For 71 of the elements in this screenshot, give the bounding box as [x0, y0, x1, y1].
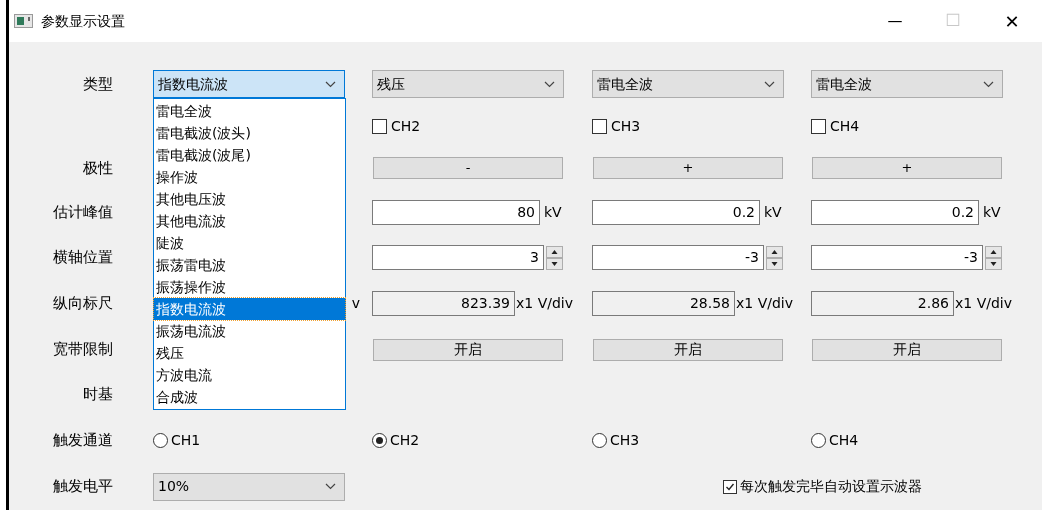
field-label: 横轴位置 — [53, 247, 113, 269]
checkbox[interactable]: CH3 — [592, 116, 641, 137]
chevron-down-icon — [983, 80, 994, 88]
chevron-down-icon — [544, 80, 555, 88]
field-label: 触发电平 — [53, 476, 113, 498]
dropdown[interactable]: 10% — [153, 472, 345, 501]
dropdown[interactable]: 残压 — [372, 70, 564, 98]
chevron-down-icon — [325, 483, 336, 490]
checkbox[interactable]: CH4 — [811, 116, 860, 137]
field-label: 宽带限制 — [53, 339, 113, 361]
unit-label: x1 V/div — [955, 294, 1012, 313]
polarity-button[interactable]: + — [593, 157, 783, 179]
list-item[interactable]: 其他电压波 — [154, 188, 345, 210]
unit-label: kV — [544, 202, 562, 222]
list-item[interactable]: 振荡操作波 — [154, 276, 345, 298]
chevron-down-icon — [325, 80, 336, 88]
spinner-arrows-icon[interactable] — [766, 245, 783, 270]
window-title: 参数显示设置 — [41, 11, 125, 31]
readonly-field: 823.39 — [372, 291, 515, 316]
checkbox[interactable]: CH2 — [372, 116, 421, 137]
list-item[interactable]: 陡波 — [154, 232, 345, 254]
unit-label: kV — [764, 202, 782, 222]
spinner-arrows-icon[interactable] — [985, 245, 1002, 270]
field-label: 极性 — [83, 157, 113, 179]
input-field[interactable]: 0.2 — [592, 199, 760, 225]
field-label: 纵向标尺 — [53, 293, 113, 315]
list-item[interactable]: 雷电截波(波尾) — [154, 144, 345, 166]
toggle-button[interactable]: 开启 — [373, 338, 563, 361]
dropdown[interactable]: 指数电流波 — [153, 70, 345, 98]
list-item[interactable]: 合成波 — [154, 386, 345, 408]
radio-button[interactable]: CH1 — [153, 429, 201, 451]
radio-button[interactable]: CH2 — [372, 429, 420, 451]
list-item[interactable]: 雷电截波(波头) — [154, 122, 345, 144]
list-item[interactable]: 振荡雷电波 — [154, 254, 345, 276]
field-label: 触发通道 — [53, 429, 113, 451]
field-label: 类型 — [83, 73, 113, 95]
spinner-arrows-icon[interactable] — [546, 245, 563, 270]
radio-button[interactable]: CH4 — [811, 429, 859, 451]
minimize-button[interactable]: — — [866, 0, 924, 42]
list-item[interactable]: 方波电流 — [154, 364, 345, 386]
readonly-field: 28.58 — [592, 291, 735, 316]
unit-label: v — [351, 294, 360, 313]
list-item[interactable]: 操作波 — [154, 166, 345, 188]
polarity-button[interactable]: - — [373, 157, 563, 179]
input-field[interactable]: 0.2 — [811, 199, 979, 225]
radio-button[interactable]: CH3 — [592, 429, 640, 451]
toggle-button[interactable]: 开启 — [593, 338, 783, 361]
polarity-button[interactable]: + — [812, 157, 1002, 179]
chevron-down-icon — [764, 80, 775, 88]
field-label: 估计峰值 — [53, 201, 113, 223]
dropdown[interactable]: 雷电全波 — [811, 70, 1003, 98]
spin-field[interactable]: -3 — [592, 245, 764, 270]
list-item[interactable]: 雷电全波 — [154, 100, 345, 122]
app-icon — [14, 14, 33, 28]
close-button[interactable]: ✕ — [982, 0, 1042, 42]
checkbox[interactable]: 每次触发完毕自动设置示波器 — [723, 476, 922, 497]
readonly-field: 2.86 — [811, 291, 954, 316]
list-item[interactable]: 其他电流波 — [154, 210, 345, 232]
spin-field[interactable]: 3 — [372, 245, 544, 270]
toggle-button[interactable]: 开启 — [812, 338, 1002, 361]
input-field[interactable]: 80 — [372, 199, 540, 225]
checkmark-icon — [725, 481, 735, 492]
list-item[interactable]: 振荡电流波 — [154, 320, 345, 342]
field-label: 时基 — [83, 384, 113, 406]
spin-field[interactable]: -3 — [811, 245, 983, 270]
unit-label: kV — [983, 202, 1001, 222]
unit-label: x1 V/div — [736, 294, 793, 313]
list-item[interactable]: 残压 — [154, 342, 345, 364]
unit-label: x1 V/div — [516, 294, 573, 313]
list-item[interactable]: 指数电流波 — [154, 298, 345, 320]
dropdown[interactable]: 雷电全波 — [592, 70, 784, 98]
